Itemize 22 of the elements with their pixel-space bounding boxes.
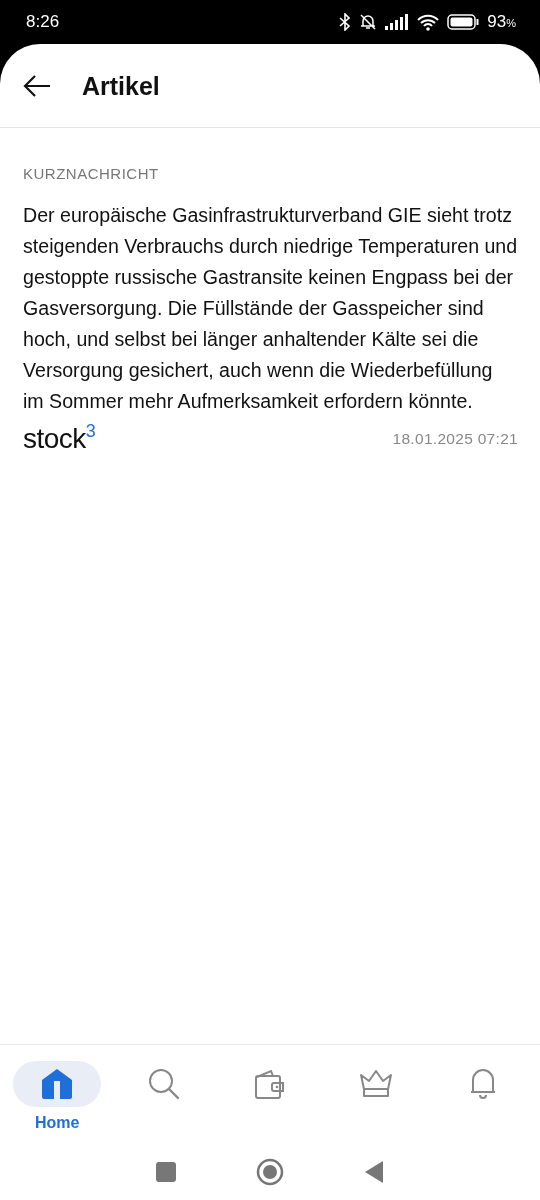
page-title: Artikel	[82, 70, 160, 101]
status-time: 8:26	[26, 11, 60, 34]
category-label: KURZNACHRICHT	[23, 164, 160, 184]
article-date: 18.01.2025 07:21	[392, 428, 518, 449]
wallet-icon	[253, 1068, 286, 1100]
tab-label: Home	[34, 1113, 80, 1133]
back-button[interactable]	[22, 73, 52, 98]
crown-icon	[359, 1069, 394, 1099]
battery-icon	[447, 14, 480, 30]
recents-icon[interactable]	[156, 1162, 176, 1182]
article-text: Der europäische Gasinfrastrukturverband GIE sieht trotz steigenden Verbrauchs durch niedrige Temperaturen und gestoppte russische Gastransite keinen Engpass bei der Gasversorgung. Die Füllstände der Gasspeicher sind hoch, und selbst bei länger anhaltender Kälte sei die Versorgung gesichert, auch wenn die Wiederbefüllung im Sommer mehr Aufmerksamkeit erfordern könnte.	[23, 202, 518, 414]
muted-bell-icon	[359, 13, 378, 31]
battery-percent: 93%	[487, 11, 516, 34]
home-tab[interactable]	[13, 1061, 102, 1107]
home-icon	[40, 1068, 75, 1100]
bluetooth-icon	[339, 13, 352, 31]
source-logo: stock$^{3}$	[23, 424, 96, 453]
back-icon[interactable]	[364, 1160, 384, 1184]
signal-icon	[385, 14, 410, 30]
search-icon	[146, 1067, 181, 1101]
wifi-icon	[417, 13, 440, 31]
home-circle-icon[interactable]	[256, 1158, 284, 1186]
